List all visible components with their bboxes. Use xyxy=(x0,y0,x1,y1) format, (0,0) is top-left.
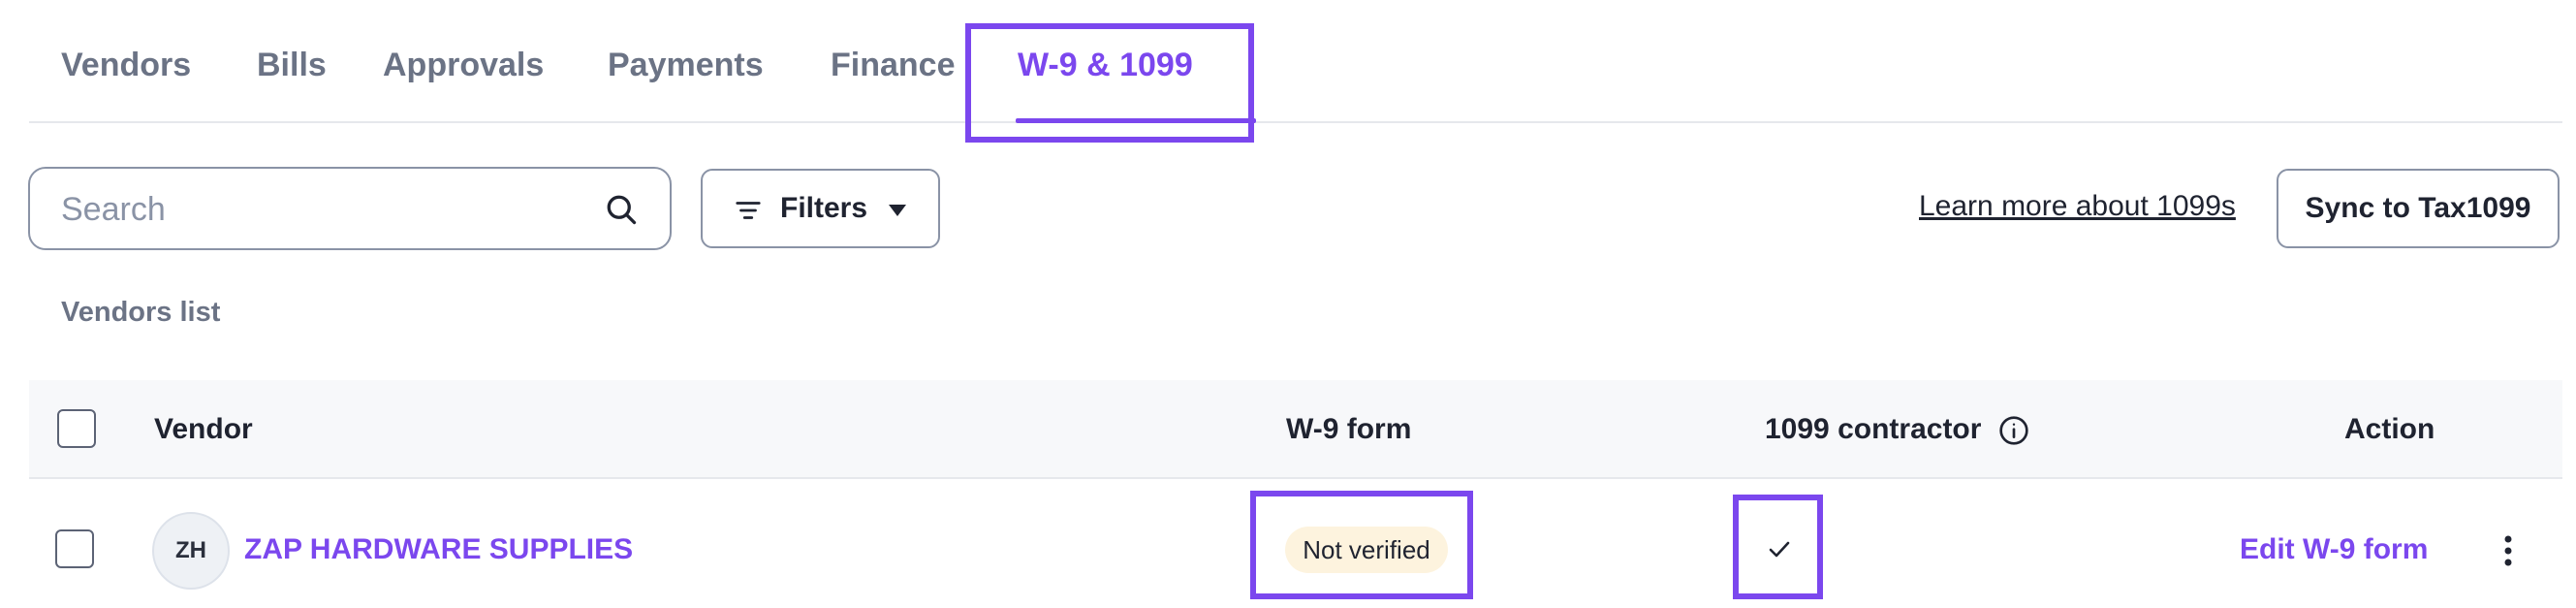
info-icon[interactable] xyxy=(1998,415,2029,446)
row-checkbox[interactable] xyxy=(55,529,94,568)
highlight-box-tab xyxy=(965,23,1254,143)
column-header-1099-contractor[interactable]: 1099 contractor xyxy=(1765,413,1981,446)
caret-down-icon xyxy=(889,205,906,216)
more-options-icon[interactable] xyxy=(2495,531,2522,570)
filters-button[interactable]: Filters xyxy=(701,169,940,248)
highlight-box-w9-status xyxy=(1250,491,1473,599)
vendors-list-title: Vendors list xyxy=(61,297,221,328)
column-header-w9-form[interactable]: W-9 form xyxy=(1286,413,1411,446)
column-header-vendor[interactable]: Vendor xyxy=(154,413,253,446)
sync-to-tax1099-button[interactable]: Sync to Tax1099 xyxy=(2277,169,2560,248)
avatar: ZH xyxy=(152,512,230,590)
highlight-box-contractor xyxy=(1733,495,1823,599)
filter-lines-icon xyxy=(736,202,761,219)
select-all-checkbox[interactable] xyxy=(57,409,96,448)
learn-more-1099-link[interactable]: Learn more about 1099s xyxy=(1919,190,2236,223)
tab-bar: Vendors Bills Approvals Payments Finance… xyxy=(29,0,2562,123)
search-icon[interactable] xyxy=(604,192,639,227)
tab-bills[interactable]: Bills xyxy=(257,47,327,84)
tab-payments[interactable]: Payments xyxy=(608,47,764,84)
search-input[interactable] xyxy=(61,186,584,233)
tab-finance[interactable]: Finance xyxy=(831,47,955,84)
tab-vendors[interactable]: Vendors xyxy=(61,47,191,84)
vendor-name-link[interactable]: ZAP HARDWARE SUPPLIES xyxy=(244,533,633,566)
search-box xyxy=(28,167,672,250)
table-header: Vendor W-9 form 1099 contractor Action xyxy=(29,380,2562,479)
edit-w9-form-link[interactable]: Edit W-9 form xyxy=(2240,533,2428,566)
filters-label: Filters xyxy=(780,192,868,224)
column-header-action: Action xyxy=(2344,413,2435,445)
tab-approvals[interactable]: Approvals xyxy=(383,47,544,84)
